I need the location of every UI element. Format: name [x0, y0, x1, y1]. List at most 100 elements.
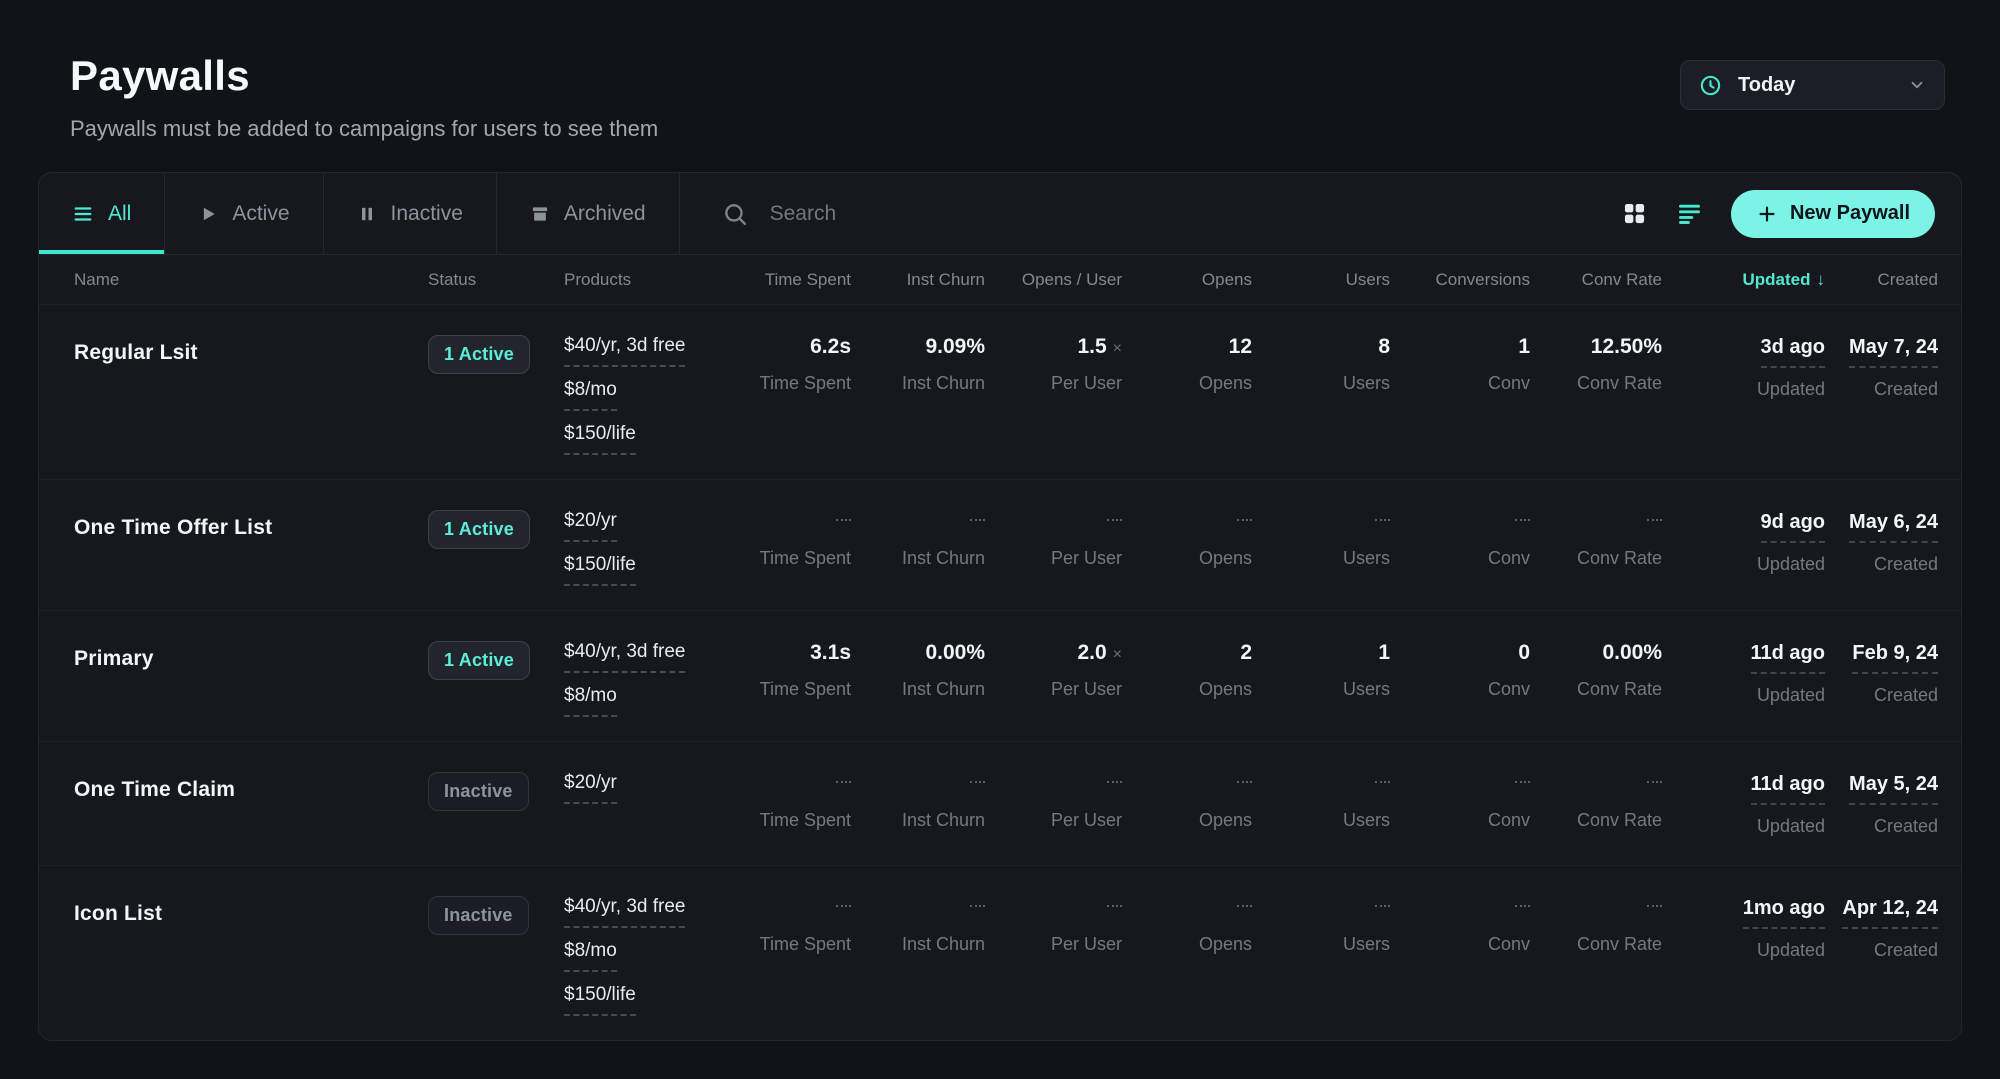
metric-updated: 11d agoUpdated: [1662, 641, 1825, 706]
paywall-name: One Time Claim: [74, 772, 428, 802]
metric-conv-rate: Conv Rate: [1530, 510, 1662, 569]
product-price[interactable]: $40/yr, 3d free: [564, 896, 685, 928]
created-value[interactable]: May 6, 24: [1849, 511, 1938, 543]
product-price[interactable]: $20/yr: [564, 510, 617, 542]
column-header-created[interactable]: Created: [1825, 270, 1938, 290]
product-price[interactable]: $20/yr: [564, 772, 617, 804]
table-body: Regular Lsit 1 Active $40/yr, 3d free$8/…: [39, 305, 1961, 1040]
column-header-name[interactable]: Name: [74, 270, 428, 290]
status-badge: Inactive: [428, 772, 529, 811]
metric-time-spent: Time Spent: [726, 772, 851, 831]
empty-value-dash: [1647, 781, 1662, 783]
products-list: $20/yr $150/life: [564, 510, 726, 586]
column-header-products[interactable]: Products: [564, 270, 726, 290]
metric-opens-per-user: Per User: [985, 510, 1122, 569]
column-header-updated[interactable]: Updated↓: [1662, 270, 1825, 290]
product-price[interactable]: $150/life: [564, 984, 636, 1016]
metric-conversions: Conv: [1390, 510, 1530, 569]
search-icon: [722, 201, 748, 227]
table-header-row: Name Status Products Time Spent Inst Chu…: [39, 255, 1961, 305]
column-header-inst-churn[interactable]: Inst Churn: [851, 270, 985, 290]
column-header-opens[interactable]: Opens: [1122, 270, 1252, 290]
metric-created: Feb 9, 24Created: [1825, 641, 1938, 706]
product-price[interactable]: $40/yr, 3d free: [564, 641, 685, 673]
metric-users: Users: [1252, 896, 1390, 955]
created-value[interactable]: Apr 12, 24: [1842, 897, 1938, 929]
created-value[interactable]: Feb 9, 24: [1852, 642, 1938, 674]
metric-inst-churn: 9.09%Inst Churn: [851, 335, 985, 394]
empty-value-dash: [1237, 519, 1252, 521]
product-price[interactable]: $8/mo: [564, 940, 617, 972]
clock-icon: [1699, 74, 1722, 97]
new-paywall-button[interactable]: New Paywall: [1731, 190, 1935, 238]
paywalls-table-card: All Active Inactive Archived: [38, 172, 1962, 1041]
tab-all[interactable]: All: [39, 173, 165, 254]
date-range-dropdown[interactable]: Today: [1680, 60, 1945, 110]
updated-value[interactable]: 1mo ago: [1743, 897, 1825, 929]
table-row[interactable]: One Time Offer List 1 Active $20/yr$150/…: [39, 480, 1961, 611]
metric-time-spent: 6.2sTime Spent: [726, 335, 851, 394]
metric-conversions: 1Conv: [1390, 335, 1530, 394]
column-header-conversions[interactable]: Conversions: [1390, 270, 1530, 290]
updated-value[interactable]: 9d ago: [1761, 511, 1825, 543]
pause-icon: [357, 204, 377, 224]
metric-created: Apr 12, 24Created: [1825, 896, 1938, 961]
product-price[interactable]: $150/life: [564, 423, 636, 455]
products-list: $40/yr, 3d free $8/mo: [564, 641, 726, 717]
metric-opens: Opens: [1122, 772, 1252, 831]
empty-value-dash: [836, 781, 851, 783]
table-row[interactable]: Primary 1 Active $40/yr, 3d free$8/mo 3.…: [39, 611, 1961, 742]
created-value[interactable]: May 7, 24: [1849, 336, 1938, 368]
status-badge: Inactive: [428, 896, 529, 935]
metric-opens: 2Opens: [1122, 641, 1252, 700]
product-price[interactable]: $8/mo: [564, 379, 617, 411]
metric-inst-churn: Inst Churn: [851, 510, 985, 569]
product-price[interactable]: $40/yr, 3d free: [564, 335, 685, 367]
metric-conversions: Conv: [1390, 896, 1530, 955]
empty-value-dash: [1237, 905, 1252, 907]
tab-archived[interactable]: Archived: [497, 173, 680, 254]
updated-value[interactable]: 11d ago: [1751, 773, 1825, 805]
search-box: [722, 173, 1621, 254]
empty-value-dash: [1375, 781, 1390, 783]
products-list: $20/yr: [564, 772, 726, 804]
page-subtitle: Paywalls must be added to campaigns for …: [70, 116, 658, 142]
column-header-opens-per-user[interactable]: Opens / User: [985, 270, 1122, 290]
column-header-conv-rate[interactable]: Conv Rate: [1530, 270, 1662, 290]
table-row[interactable]: Regular Lsit 1 Active $40/yr, 3d free$8/…: [39, 305, 1961, 480]
empty-value-dash: [1375, 905, 1390, 907]
metric-created: May 7, 24Created: [1825, 335, 1938, 400]
metric-time-spent: Time Spent: [726, 510, 851, 569]
metric-updated: 3d agoUpdated: [1662, 335, 1825, 400]
empty-value-dash: [1107, 781, 1122, 783]
plus-icon: [1756, 203, 1778, 225]
metric-opens-per-user: Per User: [985, 772, 1122, 831]
tab-inactive[interactable]: Inactive: [324, 173, 497, 254]
updated-value[interactable]: 3d ago: [1761, 336, 1825, 368]
table-row[interactable]: One Time Claim Inactive $20/yr Time Spen…: [39, 742, 1961, 866]
metric-conversions: Conv: [1390, 772, 1530, 831]
list-view-icon[interactable]: [1676, 200, 1703, 227]
status-badge: 1 Active: [428, 510, 530, 549]
grid-view-icon[interactable]: [1621, 200, 1648, 227]
product-price[interactable]: $150/life: [564, 554, 636, 586]
metric-conversions: 0Conv: [1390, 641, 1530, 700]
page-title: Paywalls: [70, 52, 658, 100]
multiplier-suffix: ×: [1113, 340, 1122, 357]
product-price[interactable]: $8/mo: [564, 685, 617, 717]
metric-users: Users: [1252, 772, 1390, 831]
updated-value[interactable]: 11d ago: [1751, 642, 1825, 674]
empty-value-dash: [1647, 519, 1662, 521]
page-titles: Paywalls Paywalls must be added to campa…: [70, 52, 658, 142]
column-header-users[interactable]: Users: [1252, 270, 1390, 290]
column-header-time-spent[interactable]: Time Spent: [726, 270, 851, 290]
tab-active[interactable]: Active: [165, 173, 323, 254]
search-input[interactable]: [768, 201, 1398, 227]
table-row[interactable]: Icon List Inactive $40/yr, 3d free$8/mo$…: [39, 866, 1961, 1040]
empty-value-dash: [1647, 905, 1662, 907]
created-value[interactable]: May 5, 24: [1849, 773, 1938, 805]
page-header: Paywalls Paywalls must be added to campa…: [0, 0, 2000, 142]
metric-conv-rate: 0.00%Conv Rate: [1530, 641, 1662, 700]
column-header-status[interactable]: Status: [428, 270, 564, 290]
metric-updated: 1mo agoUpdated: [1662, 896, 1825, 961]
